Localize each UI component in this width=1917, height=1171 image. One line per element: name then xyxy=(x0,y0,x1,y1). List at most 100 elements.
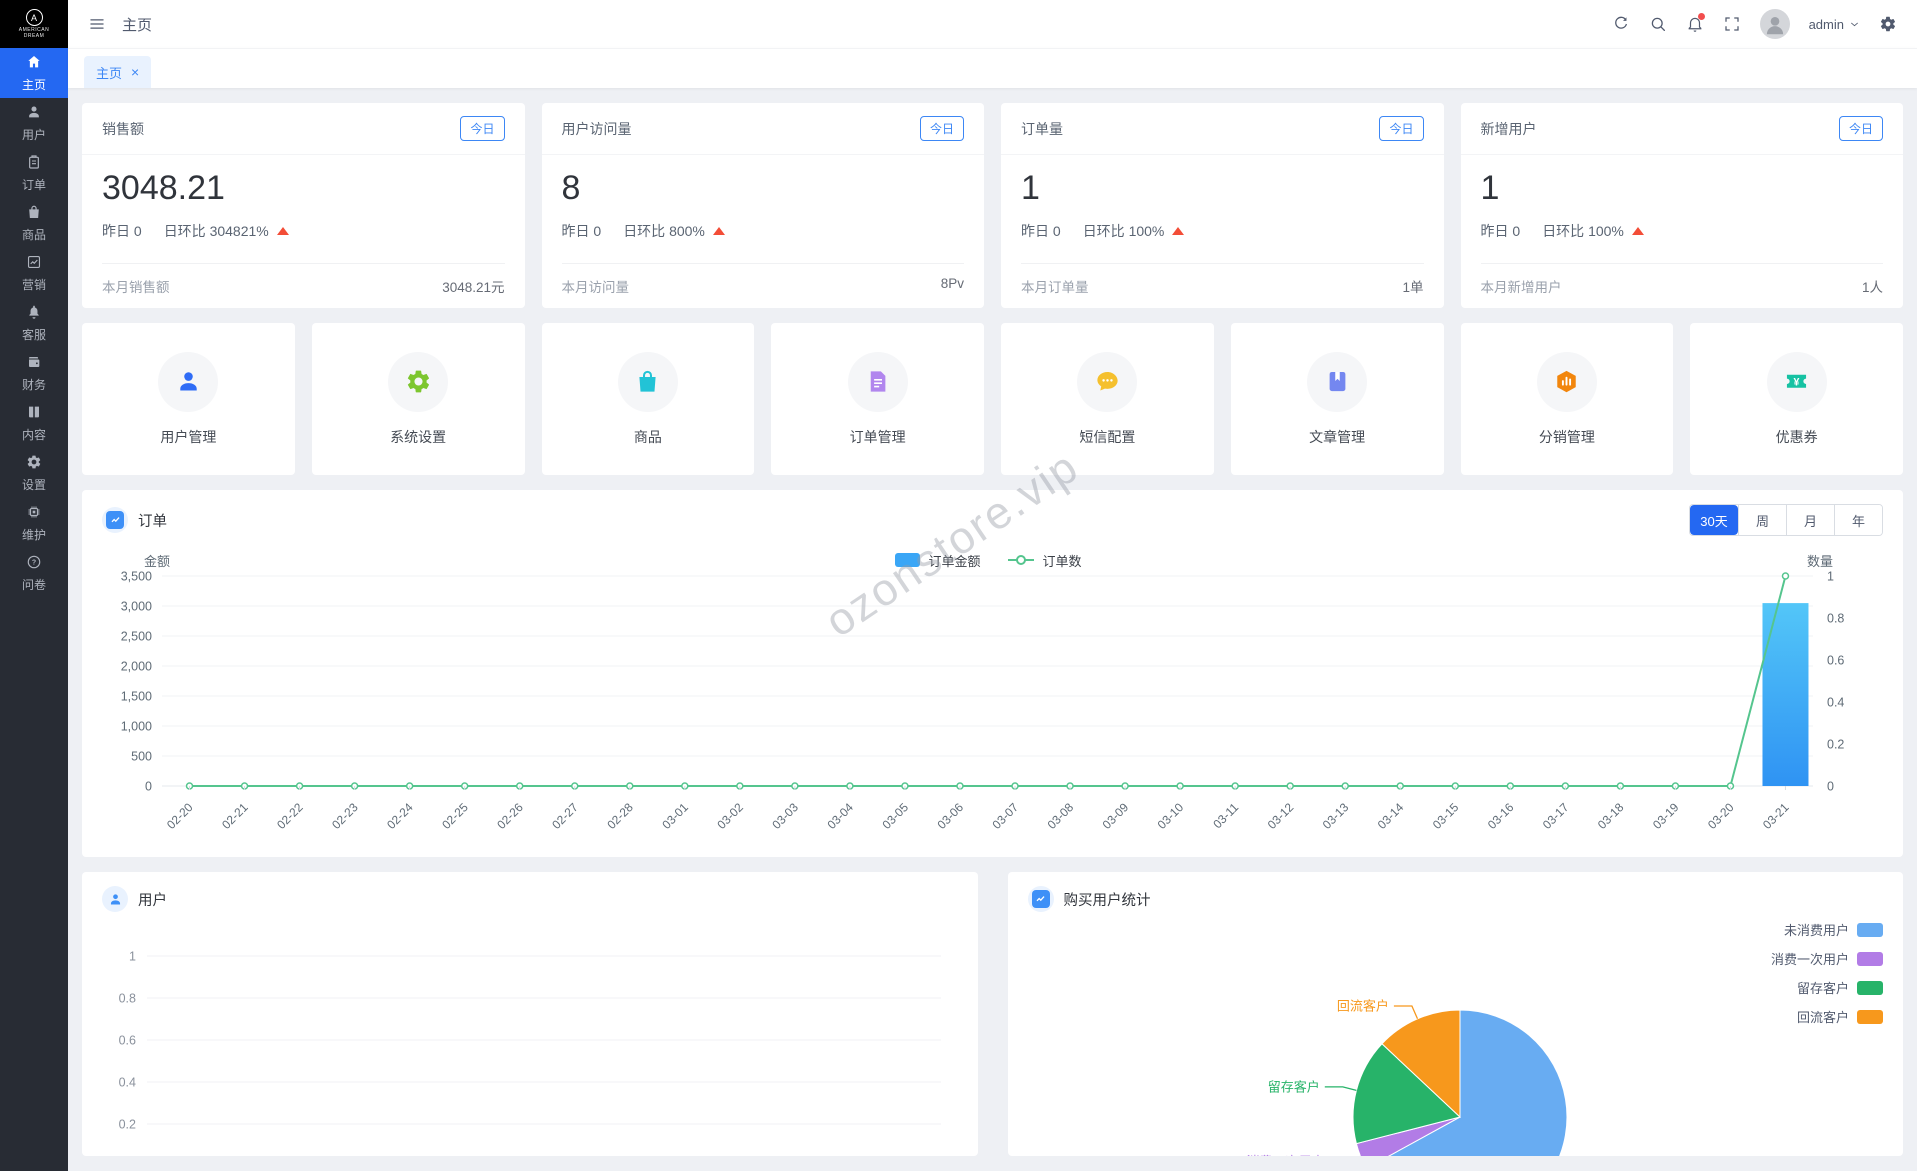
sidebar-item-home[interactable]: 主页 xyxy=(0,48,68,98)
pie-label-消费一次用户: 消费一次用户 xyxy=(1246,1154,1324,1156)
svg-text:03-09: 03-09 xyxy=(1100,800,1132,832)
stat-card-footer: 本月订单量 1单 xyxy=(1021,263,1424,308)
stat-subline: 昨日 0 日环比 100% xyxy=(1021,221,1424,241)
svg-text:03-07: 03-07 xyxy=(990,800,1022,832)
shortcut-card-goods[interactable]: 商品 xyxy=(542,323,755,475)
footer-label: 本月新增用户 xyxy=(1481,276,1562,296)
shortcut-card-order-manage[interactable]: 订单管理 xyxy=(771,323,984,475)
pie-label-留存客户: 留存客户 xyxy=(1267,1079,1319,1094)
maintain-icon xyxy=(26,504,42,523)
range-button-30天[interactable]: 30天 xyxy=(1690,505,1738,535)
stat-subline: 昨日 0 日环比 100% xyxy=(1481,221,1884,241)
svg-text:02-27: 02-27 xyxy=(549,800,581,832)
user-menu[interactable]: admin xyxy=(1809,17,1860,32)
search-icon[interactable] xyxy=(1649,15,1667,33)
order-line xyxy=(190,576,1786,786)
sidebar-item-label: 营销 xyxy=(22,276,46,293)
svg-text:03-02: 03-02 xyxy=(714,800,746,832)
pie-legend-item-留存客户[interactable]: 留存客户 xyxy=(1771,978,1883,997)
shortcut-card-distribution-manage[interactable]: 分销管理 xyxy=(1461,323,1674,475)
shortcut-label: 用户管理 xyxy=(160,427,216,447)
sidebar-item-goods[interactable]: 商品 xyxy=(0,198,68,248)
pie-legend-item-未消费用户[interactable]: 未消费用户 xyxy=(1771,920,1883,939)
order-panel-header: 订单 30天周月年 xyxy=(102,504,1883,536)
sidebar-item-label: 内容 xyxy=(22,426,46,443)
svg-text:02-21: 02-21 xyxy=(219,800,251,832)
stat-card-body: 1 昨日 0 日环比 100% xyxy=(1461,155,1904,263)
sidebar-item-service[interactable]: 客服 xyxy=(0,298,68,348)
shortcut-label: 短信配置 xyxy=(1079,427,1135,447)
shortcut-card-article-manage[interactable]: 文章管理 xyxy=(1231,323,1444,475)
tab-home[interactable]: 主页 × xyxy=(84,56,151,88)
sidebar-item-finance[interactable]: 财务 xyxy=(0,348,68,398)
svg-text:0.8: 0.8 xyxy=(119,992,136,1006)
shortcut-card-coupon[interactable]: ¥ 优惠券 xyxy=(1690,323,1903,475)
doc-icon xyxy=(848,352,908,412)
sidebar-item-label: 设置 xyxy=(22,476,46,493)
stat-title: 用户访问量 xyxy=(562,119,632,139)
sidebar-item-marketing[interactable]: 营销 xyxy=(0,248,68,298)
gear-icon[interactable] xyxy=(1879,15,1897,33)
stat-card-footer: 本月销售额 3048.21元 xyxy=(102,263,505,308)
logo[interactable]: A AMERICAN DREAM xyxy=(0,0,68,48)
svg-text:500: 500 xyxy=(131,750,152,764)
pie-legend-item-回流客户[interactable]: 回流客户 xyxy=(1771,1007,1883,1026)
left-axis-title: 金额 xyxy=(144,551,170,570)
stat-title: 销售额 xyxy=(102,119,144,139)
yesterday-label: 昨日 xyxy=(1021,221,1049,241)
finance-icon xyxy=(26,354,42,373)
svg-text:0.6: 0.6 xyxy=(1827,654,1844,668)
range-button-月[interactable]: 月 xyxy=(1786,505,1834,535)
order-panel-title: 订单 xyxy=(138,510,167,531)
sidebar-item-label: 维护 xyxy=(22,526,46,543)
pie-legend-swatch xyxy=(1857,981,1883,995)
sidebar-item-settings[interactable]: 设置 xyxy=(0,448,68,498)
right-axis-title: 数量 xyxy=(1807,551,1833,570)
legend-item-订单数[interactable]: 订单数 xyxy=(1007,551,1082,570)
range-button-年[interactable]: 年 xyxy=(1834,505,1882,535)
svg-text:02-25: 02-25 xyxy=(439,800,471,832)
sidebar-item-survey[interactable]: ? 问卷 xyxy=(0,548,68,598)
ratio-label: 日环比 xyxy=(623,221,665,241)
pie-legend-item-消费一次用户[interactable]: 消费一次用户 xyxy=(1771,949,1883,968)
svg-text:03-17: 03-17 xyxy=(1540,800,1572,832)
sidebar-item-content[interactable]: 内容 xyxy=(0,398,68,448)
trend-chart-icon xyxy=(102,507,128,533)
svg-text:0: 0 xyxy=(145,780,152,794)
bottom-panels-row: 用户 10.80.60.40.2 购买用户统计 未消费用户消费一次用户留存客户回… xyxy=(82,872,1903,1156)
pie-legend-swatch xyxy=(1857,952,1883,966)
hamburger-menu-icon[interactable] xyxy=(88,15,106,33)
stat-card-header: 用户访问量 今日 xyxy=(542,103,985,155)
today-badge: 今日 xyxy=(1379,116,1423,141)
pie-legend-swatch xyxy=(1857,923,1883,937)
shortcut-cards-row: 用户管理 系统设置 商品 订单管理 短信配置 文章管理 分销管理 ¥ 优惠券 xyxy=(82,323,1903,475)
refresh-icon[interactable] xyxy=(1612,15,1630,33)
shortcut-card-sms-config[interactable]: 短信配置 xyxy=(1001,323,1214,475)
svg-text:03-06: 03-06 xyxy=(934,800,966,832)
order-chart: 05001,0001,5002,0002,5003,0003,50000.20.… xyxy=(102,570,1879,832)
topbar: 主页 admin xyxy=(68,0,1917,48)
order-chart-panel: 订单 30天周月年 金额 订单金额订单数 数量 05001,0001,5002,… xyxy=(82,490,1903,857)
svg-text:0.2: 0.2 xyxy=(1827,738,1844,752)
stat-card-visits: 用户访问量 今日 8 昨日 0 日环比 800% 本月访问量 8Pv xyxy=(542,103,985,308)
svg-text:0.6: 0.6 xyxy=(119,1034,136,1048)
user-icon xyxy=(26,104,42,123)
svg-text:0.4: 0.4 xyxy=(1827,696,1844,710)
range-button-周[interactable]: 周 xyxy=(1738,505,1786,535)
tab-close-icon[interactable]: × xyxy=(131,65,139,79)
svg-text:1,000: 1,000 xyxy=(121,720,152,734)
yesterday-label: 昨日 xyxy=(102,221,130,241)
stat-value: 3048.21 xyxy=(102,169,505,208)
sidebar-item-users[interactable]: 用户 xyxy=(0,98,68,148)
sidebar-item-maintain[interactable]: 维护 xyxy=(0,498,68,548)
avatar[interactable] xyxy=(1760,9,1790,39)
sidebar-item-label: 问卷 xyxy=(22,576,46,593)
sidebar-item-orders[interactable]: 订单 xyxy=(0,148,68,198)
footer-value: 1人 xyxy=(1862,276,1883,296)
legend-item-订单金额[interactable]: 订单金额 xyxy=(895,551,980,570)
fullscreen-icon[interactable] xyxy=(1723,15,1741,33)
shortcut-card-system-settings[interactable]: 系统设置 xyxy=(312,323,525,475)
shortcut-card-user-manage[interactable]: 用户管理 xyxy=(82,323,295,475)
footer-label: 本月销售额 xyxy=(102,276,170,296)
notifications-button[interactable] xyxy=(1686,15,1704,33)
